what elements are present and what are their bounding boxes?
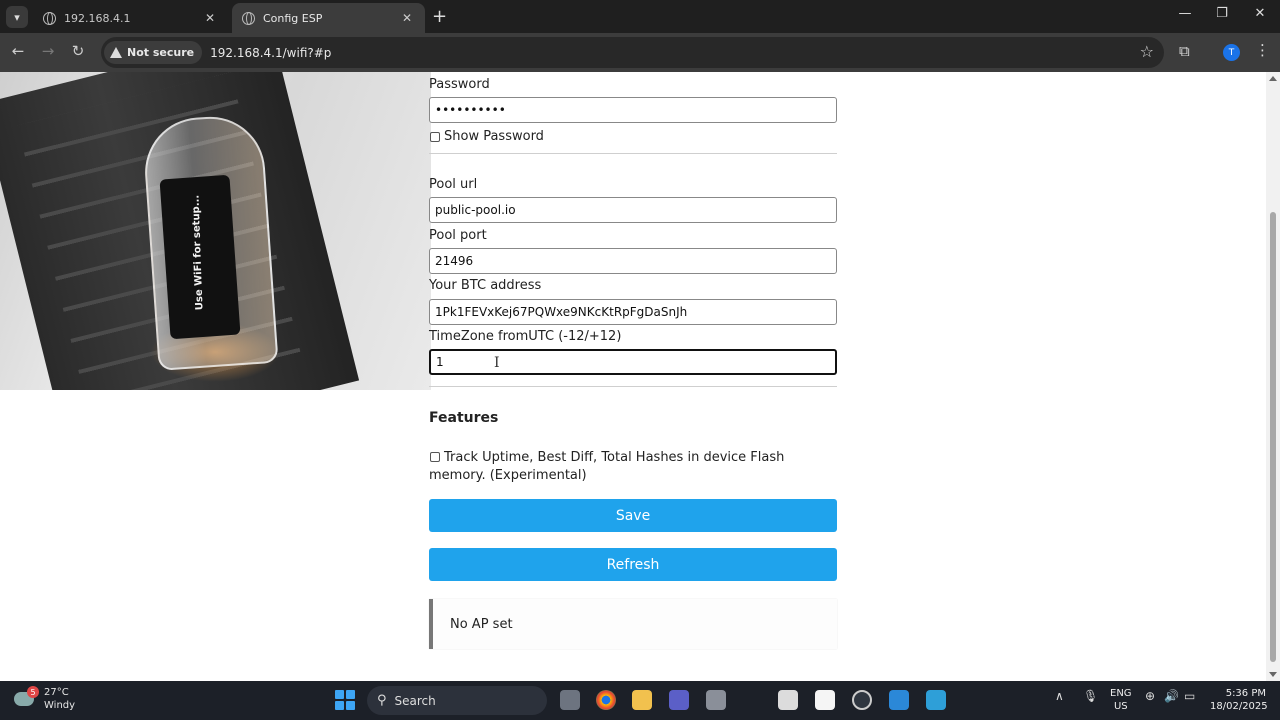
app-icon[interactable] <box>706 690 726 710</box>
device-photo: Use WiFi for setup... <box>0 72 431 390</box>
weather-desc: Windy <box>44 700 76 711</box>
globe-icon <box>43 11 56 25</box>
refresh-button[interactable]: Refresh <box>429 548 837 581</box>
tab-search-icon[interactable]: ▾ <box>6 6 28 28</box>
notepad-icon[interactable] <box>778 690 798 710</box>
search-label: Search <box>394 693 436 708</box>
extensions-icon[interactable]: ⧉ <box>1179 42 1190 60</box>
security-label: Not secure <box>127 46 195 59</box>
features-heading: Features <box>429 410 499 426</box>
pool-port-input[interactable] <box>429 248 837 274</box>
scroll-thumb[interactable] <box>1270 212 1276 662</box>
clock[interactable]: 5:36 PM 18/02/2025 <box>1210 687 1268 713</box>
taskbar: 5 27°C Windy ⚲ Search ∧ 🎙 ENG US ⊕ 🔊 ▭ 5… <box>0 681 1280 720</box>
file-explorer-icon[interactable] <box>632 690 652 710</box>
show-password-checkbox[interactable] <box>430 132 440 142</box>
tray-overflow-icon[interactable]: ∧ <box>1055 689 1064 703</box>
scroll-up-icon[interactable] <box>1269 76 1277 81</box>
tab-title: 192.168.4.1 <box>64 11 131 25</box>
warning-icon <box>110 47 122 58</box>
battery-icon[interactable]: ▭ <box>1184 689 1195 703</box>
pool-port-label: Pool port <box>429 228 487 243</box>
weather-icon: 5 <box>14 686 39 706</box>
network-icon[interactable]: ⊕ <box>1145 689 1155 703</box>
taskbar-search[interactable]: ⚲ Search <box>367 686 547 715</box>
status-text: No AP set <box>450 616 513 632</box>
capcut-icon[interactable] <box>815 690 835 710</box>
divider <box>429 153 837 154</box>
task-view-icon[interactable] <box>560 690 580 710</box>
url-text[interactable]: 192.168.4.1/wifi?#p <box>210 46 331 60</box>
lang-code: ENG <box>1110 688 1132 699</box>
page-viewport: Use WiFi for setup... Password Show Pass… <box>0 72 1266 681</box>
pool-url-input[interactable] <box>429 197 837 223</box>
profile-avatar[interactable]: T <box>1223 44 1240 61</box>
volume-icon[interactable]: 🔊 <box>1164 689 1179 703</box>
clock-time: 5:36 PM <box>1225 688 1266 699</box>
microphone-icon[interactable]: 🎙 <box>1083 689 1098 703</box>
globe-icon <box>242 11 255 25</box>
btc-address-label: Your BTC address <box>429 278 542 293</box>
scroll-down-icon[interactable] <box>1269 672 1277 677</box>
tab-config-esp[interactable]: Config ESP ✕ <box>232 3 425 33</box>
lang-region: US <box>1113 701 1128 712</box>
outlook-icon[interactable] <box>889 690 909 710</box>
tab-title: Config ESP <box>263 11 323 25</box>
timezone-input[interactable] <box>429 349 837 375</box>
save-button[interactable]: Save <box>429 499 837 532</box>
restore-icon[interactable]: ❐ <box>1207 6 1237 21</box>
minimize-icon[interactable]: — <box>1170 6 1200 21</box>
back-arrow-icon[interactable]: ← <box>7 42 29 60</box>
text-cursor-icon: I <box>494 355 500 371</box>
toolbar: ← → ↻ Not secure 192.168.4.1/wifi?#p ☆ ⧉… <box>0 33 1280 72</box>
security-chip[interactable]: Not secure <box>104 41 203 64</box>
timezone-label: TimeZone fromUTC (-12/+12) <box>429 329 622 344</box>
start-menu-icon[interactable] <box>335 690 355 710</box>
obs-icon[interactable] <box>852 690 872 710</box>
bookmark-star-icon[interactable]: ☆ <box>1140 42 1154 61</box>
new-tab-icon[interactable]: + <box>432 6 447 27</box>
document-app-icon[interactable] <box>926 690 946 710</box>
forward-arrow-icon[interactable]: → <box>37 42 59 60</box>
tab-strip: ▾ 192.168.4.1 ✕ Config ESP ✕ + — ❐ ✕ <box>0 0 1280 33</box>
weather-badge: 5 <box>27 686 39 698</box>
window-close-icon[interactable]: ✕ <box>1245 6 1275 21</box>
tab-192-168-4-1[interactable]: 192.168.4.1 ✕ <box>33 3 228 33</box>
address-bar[interactable]: Not secure 192.168.4.1/wifi?#p ☆ <box>101 37 1164 68</box>
language-indicator[interactable]: ENG US <box>1110 687 1132 713</box>
btc-address-input[interactable] <box>429 299 837 325</box>
status-message: No AP set <box>429 599 837 649</box>
password-field[interactable] <box>429 97 837 123</box>
weather-temp: 27°C <box>44 687 69 698</box>
page-scrollbar[interactable] <box>1266 72 1280 681</box>
pool-url-label: Pool url <box>429 177 478 192</box>
chrome-icon[interactable] <box>596 690 616 710</box>
weather-text: 27°C Windy <box>44 686 75 712</box>
search-icon: ⚲ <box>377 693 387 708</box>
teams-icon[interactable] <box>669 690 689 710</box>
close-tab-icon[interactable]: ✕ <box>202 11 218 25</box>
track-stats-label: Track Uptime, Best Diff, Total Hashes in… <box>429 450 785 483</box>
password-label: Password <box>429 77 490 92</box>
show-password-label: Show Password <box>444 129 544 144</box>
browser-menu-icon[interactable]: ⋮ <box>1255 41 1270 59</box>
divider <box>429 386 837 387</box>
close-tab-icon[interactable]: ✕ <box>399 11 415 25</box>
clock-date: 18/02/2025 <box>1210 701 1268 712</box>
weather-widget[interactable]: 5 27°C Windy <box>14 686 75 712</box>
reload-icon[interactable]: ↻ <box>67 42 89 60</box>
